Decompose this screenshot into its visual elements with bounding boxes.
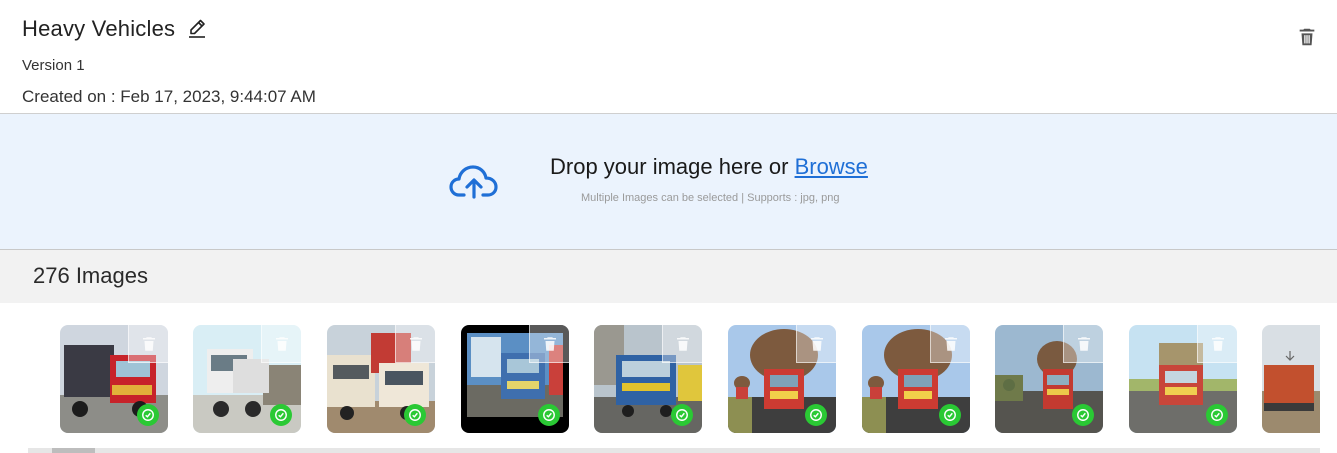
upload-hint: Multiple Images can be selected | Suppor… bbox=[581, 192, 840, 204]
image-count: 276 Images bbox=[33, 263, 148, 288]
image-gallery bbox=[0, 303, 1320, 449]
delete-image-button[interactable] bbox=[930, 325, 970, 363]
scrollbar-handle[interactable] bbox=[52, 448, 95, 453]
image-thumbnail[interactable] bbox=[193, 325, 301, 433]
dataset-header: Heavy Vehicles Version 1 Created on : Fe… bbox=[0, 0, 1337, 114]
image-thumbnail[interactable] bbox=[594, 325, 702, 433]
created-timestamp: Created on : Feb 17, 2023, 9:44:07 AM bbox=[22, 87, 316, 106]
delete-image-button[interactable] bbox=[1063, 325, 1103, 363]
delete-image-button[interactable] bbox=[261, 325, 301, 363]
check-icon bbox=[671, 404, 693, 426]
delete-dataset-icon[interactable] bbox=[1296, 26, 1318, 48]
image-count-bar: 276 Images bbox=[0, 250, 1337, 303]
check-icon bbox=[939, 404, 961, 426]
image-thumbnail[interactable] bbox=[995, 325, 1103, 433]
check-icon bbox=[1072, 404, 1094, 426]
title-row: Heavy Vehicles bbox=[22, 16, 209, 42]
check-icon bbox=[805, 404, 827, 426]
image-thumbnail[interactable] bbox=[327, 325, 435, 433]
image-thumbnail[interactable] bbox=[1262, 325, 1320, 433]
image-thumbnail[interactable] bbox=[728, 325, 836, 433]
gallery-scrollbar[interactable] bbox=[28, 448, 1320, 453]
image-dropzone[interactable]: Drop your image here or Browse Multiple … bbox=[0, 114, 1337, 250]
check-icon bbox=[1206, 404, 1228, 426]
browse-link[interactable]: Browse bbox=[795, 154, 868, 179]
check-icon bbox=[404, 404, 426, 426]
check-icon bbox=[270, 404, 292, 426]
dataset-title: Heavy Vehicles bbox=[22, 16, 176, 41]
drop-prompt: Drop your image here or Browse bbox=[550, 154, 868, 180]
image-thumbnail[interactable] bbox=[862, 325, 970, 433]
delete-image-button[interactable] bbox=[529, 325, 569, 363]
delete-image-button[interactable] bbox=[796, 325, 836, 363]
image-thumbnail[interactable] bbox=[461, 325, 569, 433]
delete-image-button[interactable] bbox=[128, 325, 168, 363]
dataset-version: Version 1 bbox=[22, 57, 85, 74]
image-thumbnail[interactable] bbox=[60, 325, 168, 433]
delete-image-button[interactable] bbox=[395, 325, 435, 363]
delete-image-button[interactable] bbox=[662, 325, 702, 363]
drop-prompt-text: Drop your image here or bbox=[550, 154, 795, 179]
delete-image-button[interactable] bbox=[1197, 325, 1237, 363]
check-icon bbox=[137, 404, 159, 426]
truck-field-image bbox=[1262, 325, 1320, 433]
cloud-upload-icon bbox=[448, 161, 500, 201]
pencil-icon[interactable] bbox=[185, 17, 209, 41]
image-thumbnail[interactable] bbox=[1129, 325, 1237, 433]
check-icon bbox=[538, 404, 560, 426]
